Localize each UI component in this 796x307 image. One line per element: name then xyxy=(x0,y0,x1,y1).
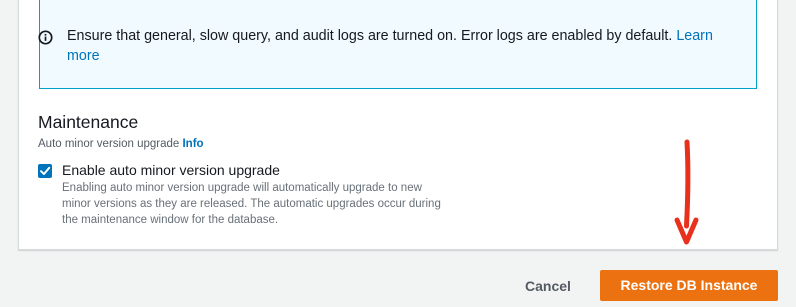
checkmark-icon xyxy=(40,166,51,175)
maintenance-heading: Maintenance xyxy=(38,112,139,132)
auto-minor-upgrade-label[interactable]: Enable auto minor version upgrade xyxy=(62,162,280,178)
info-alert-message: Ensure that general, slow query, and aud… xyxy=(67,28,673,44)
info-alert-text: Ensure that general, slow query, and aud… xyxy=(67,26,727,66)
auto-minor-version-label: Auto minor version upgrade xyxy=(38,138,180,150)
auto-minor-upgrade-description: Enabling auto minor version upgrade will… xyxy=(62,182,441,226)
auto-minor-upgrade-checkbox[interactable] xyxy=(38,164,52,178)
cancel-button[interactable]: Cancel xyxy=(514,272,582,300)
annotation-arrow-icon xyxy=(674,139,699,245)
info-link[interactable]: Info xyxy=(182,138,203,150)
info-circle-icon xyxy=(38,30,53,45)
maintenance-subheading: Auto minor version upgrade Info xyxy=(38,138,204,150)
restore-db-instance-button[interactable]: Restore DB Instance xyxy=(600,270,778,301)
